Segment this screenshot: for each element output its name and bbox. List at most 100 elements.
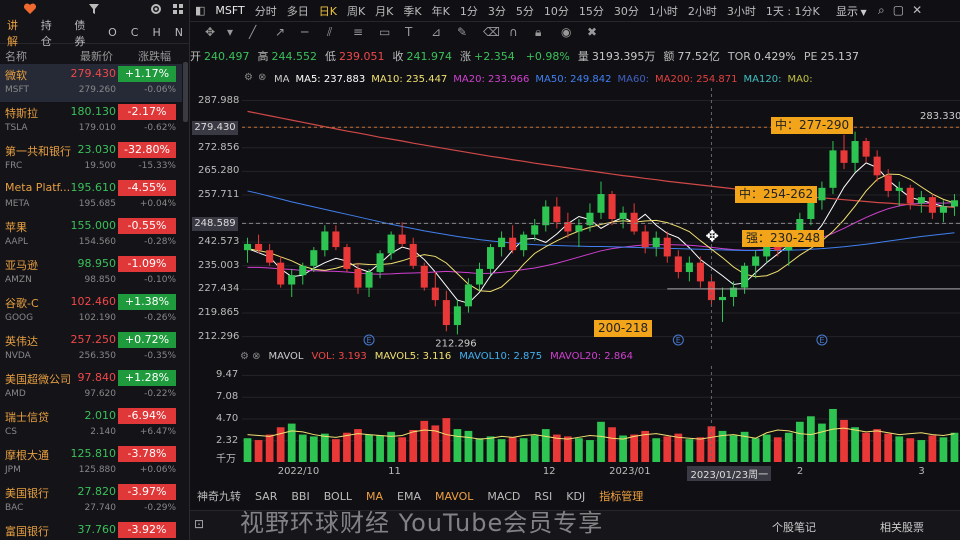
watchlist-scrollbar[interactable] bbox=[183, 62, 188, 122]
stock-premarket-price: 154.560 bbox=[78, 237, 116, 247]
indicator-10[interactable]: 指标管理 bbox=[592, 488, 650, 504]
indicator-1[interactable]: SAR bbox=[248, 490, 284, 503]
tab-0[interactable]: 讲解 bbox=[0, 17, 34, 49]
search-icon[interactable]: ⌕ bbox=[878, 3, 893, 17]
watchlist-row[interactable]: 微软 MSFT 279.430 279.260 +1.17% -0.06% bbox=[0, 64, 182, 102]
ray-tool-icon[interactable]: ↗ bbox=[275, 25, 285, 39]
watchlist-row[interactable]: 美国超微公司 AMD 97.840 97.620 +1.28% -0.22% bbox=[0, 368, 182, 406]
tab-2[interactable]: 债券 bbox=[67, 17, 101, 49]
watchlist-row[interactable]: 苹果 AAPL 155.000 154.560 -0.55% -0.28% bbox=[0, 216, 182, 254]
indicator-8[interactable]: RSI bbox=[527, 490, 559, 503]
watchlist-row[interactable]: 亚马逊 AMZN 98.950 98.850 -1.09% -0.10% bbox=[0, 254, 182, 292]
premarket-change: +0.04% bbox=[139, 199, 176, 209]
related-link[interactable]: 相关股票 bbox=[880, 519, 924, 535]
change-badge: +1.28% bbox=[118, 370, 176, 386]
candle-body bbox=[453, 306, 461, 326]
period-12[interactable]: 30分 bbox=[609, 3, 644, 19]
rect-tool-icon[interactable]: ▭ bbox=[379, 25, 390, 39]
trash-tool-icon[interactable]: ✖ bbox=[587, 25, 597, 39]
stock-price: 98.950 bbox=[77, 257, 117, 270]
tab-6[interactable]: N bbox=[168, 26, 190, 39]
period-13[interactable]: 1小时 bbox=[644, 3, 683, 19]
indicator-5[interactable]: EMA bbox=[390, 490, 428, 503]
stock-premarket-price: 102.190 bbox=[78, 313, 116, 323]
line-tool-icon[interactable]: ╱ bbox=[249, 25, 256, 39]
watchlist-row[interactable]: 瑞士信贷 CS 2.010 2.140 -6.94% +6.47% bbox=[0, 406, 182, 444]
tab-4[interactable]: C bbox=[124, 26, 146, 39]
vol-settings-icon[interactable]: ⚙ ⊗ bbox=[240, 351, 261, 362]
hline-tool-icon[interactable]: ─ bbox=[301, 25, 308, 39]
sidebar-toggle-icon[interactable]: ◧ bbox=[190, 4, 210, 17]
watchlist-row[interactable]: 第一共和银行 FRC 23.030 19.500 -32.80% -15.33% bbox=[0, 140, 182, 178]
notes-link[interactable]: 个股笔记 bbox=[772, 519, 816, 535]
period-0[interactable]: 分时 bbox=[250, 3, 282, 19]
info-label: 量 bbox=[577, 50, 589, 63]
gear-icon[interactable] bbox=[150, 3, 162, 18]
col-name[interactable]: 名称 bbox=[5, 48, 27, 64]
period-2[interactable]: 日K bbox=[314, 3, 342, 19]
period-14[interactable]: 2小时 bbox=[683, 3, 722, 19]
pen-tool-icon[interactable]: ✎ bbox=[457, 25, 467, 39]
eraser-tool-icon[interactable]: ⌫ bbox=[483, 25, 500, 39]
fib-tool-icon[interactable]: ≡ bbox=[353, 25, 363, 39]
svg-text:E: E bbox=[676, 336, 681, 345]
price-tick: 265.280 bbox=[198, 165, 240, 177]
magnet-tool-icon[interactable]: ∩ bbox=[509, 25, 518, 39]
period-15[interactable]: 3小时 bbox=[722, 3, 761, 19]
stock-code: MSFT bbox=[5, 85, 29, 95]
text-tool-icon[interactable]: T bbox=[405, 25, 412, 39]
indicator-9[interactable]: KDJ bbox=[559, 490, 592, 503]
measure-tool-icon[interactable]: ⊿ bbox=[431, 25, 441, 39]
period-8[interactable]: 3分 bbox=[483, 3, 511, 19]
period-5[interactable]: 季K bbox=[398, 3, 426, 19]
ma-close-icon[interactable]: ⊗ bbox=[258, 72, 266, 83]
period-9[interactable]: 5分 bbox=[511, 3, 539, 19]
channel-tool-icon[interactable]: ⫽ bbox=[327, 25, 332, 40]
eye-tool-icon[interactable]: ◉ bbox=[561, 25, 571, 39]
indicator-7[interactable]: MACD bbox=[480, 490, 527, 503]
period-16[interactable]: 1天 : 1分K bbox=[761, 3, 825, 19]
indicator-2[interactable]: BBI bbox=[284, 490, 316, 503]
lock-tool-icon[interactable]: 🔒︎ bbox=[535, 25, 541, 40]
move-icon[interactable]: ✥ bbox=[205, 25, 215, 39]
volume-chart[interactable] bbox=[190, 366, 960, 462]
tab-3[interactable]: O bbox=[101, 26, 124, 39]
ma-label: MA50: 249.842 bbox=[535, 73, 612, 85]
col-price[interactable]: 最新价 bbox=[80, 48, 113, 64]
grid-icon[interactable] bbox=[172, 3, 184, 18]
tab-1[interactable]: 持仓 bbox=[34, 17, 68, 49]
dropdown-icon[interactable]: ▾ bbox=[227, 25, 233, 39]
stock-premarket-price: 195.685 bbox=[78, 199, 116, 209]
display-menu[interactable]: 显示 ▼ bbox=[836, 3, 867, 19]
indicator-6[interactable]: MAVOL bbox=[428, 490, 480, 503]
candle-body bbox=[884, 175, 892, 191]
col-change[interactable]: 涨跌幅 bbox=[138, 48, 171, 64]
time-tick: 12 bbox=[542, 466, 556, 477]
price-tick: 212.296 bbox=[198, 330, 240, 342]
drawing-toolbar: ✥ ▾ ╱ ↗ ─ ⫽ ≡ ▭ T ⊿ ✎ ⌫ ∩ 🔒︎ ◉ ✖ bbox=[205, 25, 960, 43]
period-6[interactable]: 年K bbox=[427, 3, 455, 19]
period-4[interactable]: 月K bbox=[370, 3, 398, 19]
info-value: 239.051 bbox=[339, 50, 385, 63]
period-1[interactable]: 多日 bbox=[282, 3, 314, 19]
watchlist-row[interactable]: Meta Platf... META 195.610 195.685 -4.55% +0.… bbox=[0, 178, 182, 216]
maximize-icon[interactable]: ▢ bbox=[893, 3, 912, 17]
indicator-4[interactable]: MA bbox=[359, 490, 390, 503]
watchlist-row[interactable]: 特斯拉 TSLA 180.130 179.010 -2.17% -0.62% bbox=[0, 102, 182, 140]
collapse-icon[interactable]: ⊡ bbox=[194, 517, 204, 531]
watchlist-row[interactable]: 英伟达 NVDA 257.250 256.350 +0.72% -0.35% bbox=[0, 330, 182, 368]
watchlist-row[interactable]: 美国银行 BAC 27.820 27.740 -3.97% -0.29% bbox=[0, 482, 182, 520]
watchlist-row[interactable]: 谷歌-C GOOG 102.460 102.190 +1.38% -0.26% bbox=[0, 292, 182, 330]
watchlist-row[interactable]: 富国银行 37.760 -3.92% bbox=[0, 520, 182, 540]
close-icon[interactable]: ✕ bbox=[912, 3, 930, 17]
indicator-0[interactable]: 神奇九转 bbox=[190, 488, 248, 504]
period-3[interactable]: 周K bbox=[342, 3, 370, 19]
period-10[interactable]: 10分 bbox=[539, 3, 574, 19]
period-7[interactable]: 1分 bbox=[455, 3, 483, 19]
indicator-3[interactable]: BOLL bbox=[317, 490, 359, 503]
premarket-change: -0.62% bbox=[144, 123, 176, 133]
tab-5[interactable]: H bbox=[145, 26, 167, 39]
period-11[interactable]: 15分 bbox=[574, 3, 609, 19]
ma-settings-icon[interactable]: ⚙ bbox=[244, 72, 253, 83]
watchlist-row[interactable]: 摩根大通 JPM 125.810 125.880 -3.78% +0.06% bbox=[0, 444, 182, 482]
